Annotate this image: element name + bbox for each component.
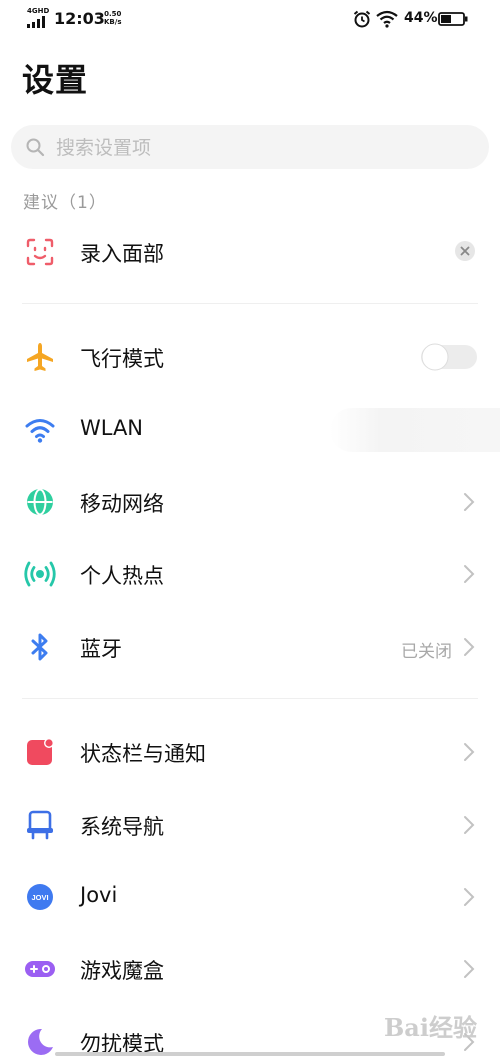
settings-item-hotspot[interactable]: 个人热点 (0, 542, 500, 606)
gamepad-icon (25, 961, 55, 977)
network-type: 4GHD (27, 7, 50, 15)
watermark: Bai经验 (384, 1000, 492, 1044)
search-icon (26, 138, 45, 157)
settings-item-label: 系统导航 (80, 815, 164, 839)
search-input[interactable] (54, 133, 458, 163)
page-title: 设置 (22, 61, 89, 99)
watermark-text: Bai经验 (384, 1013, 477, 1042)
battery-percent: 44% (404, 10, 438, 26)
suggestion-item-face[interactable]: 录入面部 (0, 220, 500, 284)
status-bar: 4GHD 12:03 0.50 KB/s 44% (0, 0, 500, 40)
globe-icon (27, 488, 53, 516)
face-scan-icon (26, 238, 54, 266)
chevron-right-icon (464, 565, 475, 583)
settings-item-jovi[interactable]: JOVI Jovi (0, 865, 500, 929)
airplane-mode-toggle[interactable] (420, 342, 478, 372)
moon-icon (28, 1028, 53, 1055)
settings-item-status-bar-notifications[interactable]: 状态栏与通知 (0, 720, 500, 784)
settings-item-label: WLAN (80, 416, 144, 440)
settings-item-label: 飞行模式 (80, 347, 164, 371)
chevron-right-icon (464, 960, 475, 978)
signal-icon (27, 16, 45, 28)
navigation-icon (27, 810, 53, 840)
settings-item-label: 蓝牙 (80, 637, 122, 661)
settings-item-label: 状态栏与通知 (80, 742, 206, 766)
close-icon[interactable] (454, 240, 476, 262)
chevron-right-icon (464, 743, 475, 761)
net-speed-value: 0.50 (104, 10, 122, 18)
settings-item-wlan[interactable]: WLAN (0, 398, 500, 462)
alarm-icon (353, 10, 371, 28)
divider (22, 698, 478, 699)
suggestion-label: 录入面部 (80, 242, 164, 266)
settings-item-label: 个人热点 (80, 564, 164, 588)
settings-item-game-box[interactable]: 游戏魔盒 (0, 937, 500, 1001)
suggestions-header: 建议（1） (23, 193, 107, 213)
bluetooth-icon (31, 633, 48, 661)
settings-item-label: 移动网络 (80, 492, 164, 516)
clock: 12:03 (54, 9, 105, 28)
notification-icon (27, 738, 54, 765)
jovi-icon-text: JOVI (31, 893, 48, 902)
chevron-right-icon (464, 816, 475, 834)
divider (22, 303, 478, 304)
search-bar[interactable] (11, 125, 489, 169)
settings-item-mobile-network[interactable]: 移动网络 (0, 470, 500, 534)
settings-item-system-navigation[interactable]: 系统导航 (0, 793, 500, 857)
settings-item-bluetooth[interactable]: 蓝牙 已关闭 (0, 615, 500, 679)
chevron-right-icon (464, 493, 475, 511)
hotspot-icon (24, 561, 56, 587)
chevron-right-icon (464, 638, 475, 656)
settings-item-label: 游戏魔盒 (80, 959, 164, 983)
wlan-status-blurred (330, 408, 500, 452)
settings-item-airplane-mode[interactable]: 飞行模式 (0, 325, 500, 389)
wifi-status-icon (376, 10, 398, 28)
settings-screen: 4GHD 12:03 0.50 KB/s 44% 设置 搜索设置项 建议（1） … (0, 0, 500, 1057)
chevron-right-icon (464, 888, 475, 906)
bluetooth-status: 已关闭 (401, 642, 452, 662)
battery-icon (438, 12, 468, 26)
net-speed-unit: KB/s (104, 18, 122, 26)
settings-item-label: Jovi (80, 883, 118, 907)
jovi-icon: JOVI (27, 884, 53, 910)
airplane-icon (27, 343, 53, 371)
wifi-icon (25, 419, 55, 443)
network-speed: 0.50 KB/s (104, 10, 121, 26)
scroll-indicator (55, 1052, 445, 1056)
